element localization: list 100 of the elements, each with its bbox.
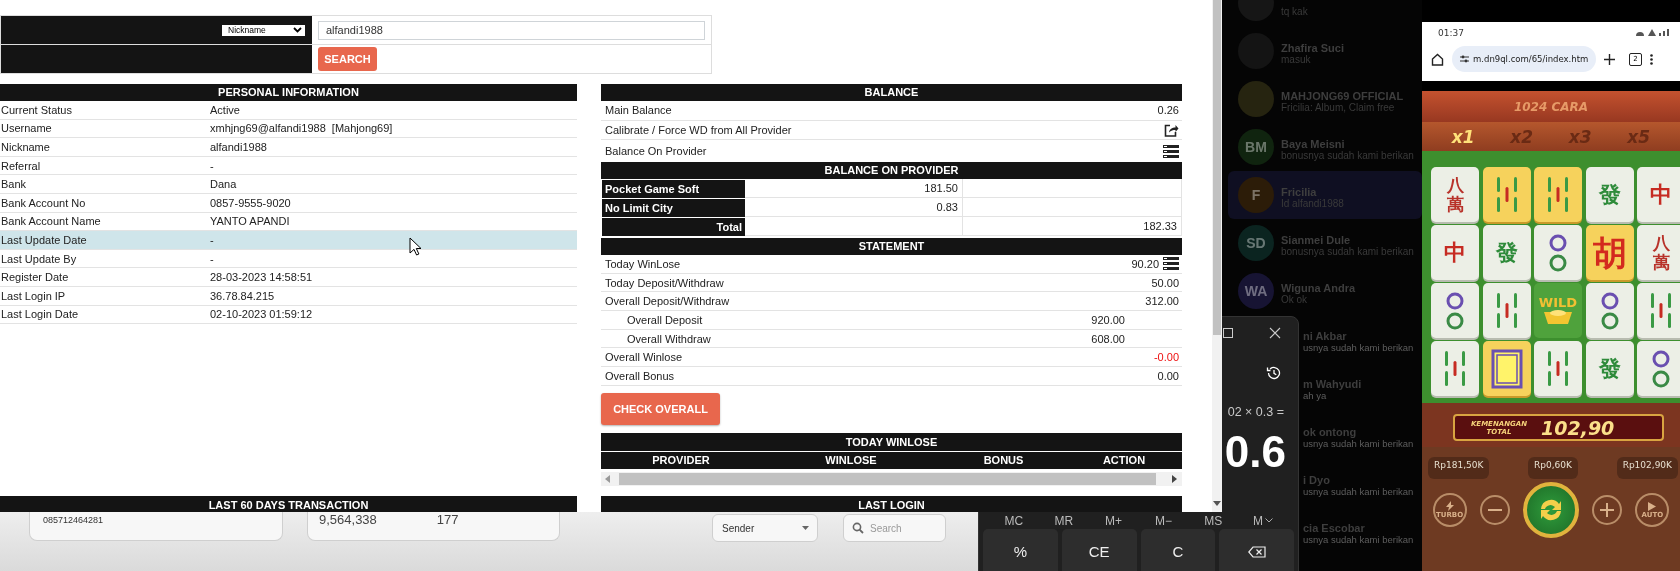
calculator-key[interactable]: C xyxy=(1140,529,1216,571)
list-icon[interactable] xyxy=(1163,257,1179,271)
arrow-down-icon[interactable] xyxy=(1213,501,1221,506)
memory-button[interactable]: M xyxy=(1238,513,1288,528)
wild-text: WILD xyxy=(1538,296,1578,309)
field-label: Overall Bonus xyxy=(605,369,675,382)
search-button[interactable]: SEARCH xyxy=(318,47,377,71)
column-header: BONUS xyxy=(982,454,1025,467)
memory-button[interactable]: MR xyxy=(1038,513,1089,528)
field-label: Nickname xyxy=(0,141,51,153)
bamboo-icon xyxy=(1546,174,1570,215)
field-value: 36.78.84.215 xyxy=(210,289,275,302)
chat-item[interactable]: i Dyo usnya sudah kami berikan xyxy=(1301,459,1422,507)
field-label: Overall Withdraw xyxy=(627,332,711,345)
field-label: Last Update By xyxy=(0,252,78,265)
search-type-select[interactable]: Nickname xyxy=(222,24,305,36)
field-label: Username xyxy=(0,122,53,135)
plus-icon[interactable] xyxy=(1604,53,1615,65)
balance-pill: Rp181,50K xyxy=(1428,457,1490,479)
field-value: 0857-9555-9020 xyxy=(210,196,291,209)
column-header: WINLOSE xyxy=(824,454,878,467)
calculator-key[interactable]: CE xyxy=(1061,529,1137,571)
field-label: Overall Deposit/Withdraw xyxy=(605,295,730,308)
memory-button[interactable]: M− xyxy=(1138,513,1189,528)
contact-name: MAHJONG69 OFFICIAL xyxy=(1281,89,1404,102)
message-preview: usnya sudah kami berikan xyxy=(1303,437,1414,449)
field-label: Today WinLose xyxy=(605,257,681,270)
chat-item[interactable]: cia Escobar usnya sudah kami berikan xyxy=(1301,507,1422,555)
phone-field[interactable]: 085712464281 xyxy=(29,512,283,541)
avatar: BM xyxy=(1238,129,1274,165)
balance-pill: Rp102,90K xyxy=(1616,457,1678,479)
cursor-icon xyxy=(409,237,421,257)
close-icon[interactable] xyxy=(1269,327,1281,339)
contact-name: Zhafira Suci xyxy=(1281,41,1344,54)
count-text: 177 xyxy=(436,512,459,527)
calculator-key[interactable]: % xyxy=(983,529,1058,571)
field-value: -0.00 xyxy=(1153,351,1179,364)
message-preview: usnya sudah kami berikan xyxy=(1303,341,1414,353)
field-label: Balance On Provider xyxy=(605,145,707,157)
field-value: 608.00 xyxy=(1091,332,1125,345)
field-label: Last Login Date xyxy=(0,308,80,321)
section-header: BALANCE xyxy=(601,84,1182,101)
memory-button[interactable]: MC xyxy=(989,513,1039,528)
nickname-input[interactable]: alfandi1988 xyxy=(318,20,705,40)
increase-bet-button[interactable] xyxy=(1592,495,1623,525)
field-value: 920.00 xyxy=(1091,313,1125,326)
win-amount: 102,90 xyxy=(1541,416,1615,439)
field-label: Bank xyxy=(0,178,28,191)
field-value: 0.00 xyxy=(1157,369,1179,382)
list-icon[interactable] xyxy=(1163,144,1179,158)
contact-name: i Dyo xyxy=(1303,473,1330,486)
maximize-icon[interactable] xyxy=(1223,328,1233,338)
chat-item[interactable]: m Wahyudi ah ya xyxy=(1301,363,1422,411)
field-label: Last Login IP xyxy=(0,289,67,302)
address-bar[interactable]: m.dn9ql.com/65/index.htm xyxy=(1452,46,1596,72)
column-header: ACTION xyxy=(1101,454,1147,467)
search-icon xyxy=(852,522,864,534)
share-icon[interactable] xyxy=(1164,122,1179,137)
plus-icon xyxy=(1600,503,1615,517)
decrease-bet-button[interactable] xyxy=(1479,495,1510,525)
avatar: SD xyxy=(1238,225,1274,261)
vertical-scrollbar[interactable] xyxy=(1212,0,1222,512)
total-amount-cell: 182.33 xyxy=(963,217,1182,236)
memory-button[interactable]: MS xyxy=(1188,513,1239,528)
search-field[interactable]: Search xyxy=(843,514,946,542)
mahjong-tile: 八萬 xyxy=(1637,225,1680,280)
chat-item[interactable]: ok ontong usnya sudah kami berikan xyxy=(1301,411,1422,459)
bamboo-icon xyxy=(1443,348,1467,389)
ingot-icon xyxy=(1543,309,1573,325)
sender-select[interactable]: Sender xyxy=(712,514,818,542)
backspace-key[interactable] xyxy=(1219,529,1294,571)
circles-icon xyxy=(1445,290,1465,331)
field-value: alfandi1988 xyxy=(210,141,267,153)
arrow-right-icon[interactable] xyxy=(1172,474,1178,483)
field-value: - xyxy=(210,233,214,246)
home-icon[interactable] xyxy=(1431,52,1444,66)
history-icon[interactable] xyxy=(1266,365,1282,381)
field-label: Register Date xyxy=(0,271,70,284)
section-header: BALANCE ON PROVIDER xyxy=(601,162,1182,179)
horizontal-scrollbar[interactable] xyxy=(601,471,1182,486)
contact-name: Baya Meisni xyxy=(1281,137,1345,150)
multiplier: x2 xyxy=(1510,126,1534,147)
mahjong-tile: 發 xyxy=(1585,341,1634,396)
bolt-icon xyxy=(1445,501,1454,511)
contact-name: Wiguna Andra xyxy=(1281,281,1356,294)
contact-name: ok ontong xyxy=(1303,425,1357,438)
chat-item[interactable]: ni Akbar usnya sudah kami berikan xyxy=(1301,315,1422,363)
mahjong-tile: 發 xyxy=(1482,225,1531,280)
field-label: Overall Deposit xyxy=(627,313,703,326)
multiplier: x5 xyxy=(1627,126,1651,147)
memory-button[interactable]: M+ xyxy=(1088,513,1139,528)
more-icon[interactable] xyxy=(1650,53,1653,65)
status-icons xyxy=(1634,28,1672,37)
field-label: Overall Winlose xyxy=(605,351,683,364)
check-overall-button[interactable]: CHECK OVERALL xyxy=(601,392,720,425)
field-label: Today Deposit/Withdraw xyxy=(605,276,724,289)
provider-name-cell: Pocket Game Soft xyxy=(602,180,745,198)
play-icon xyxy=(1648,501,1657,511)
total-label-cell: Total xyxy=(602,218,745,236)
section-header: STATEMENT xyxy=(601,238,1182,255)
